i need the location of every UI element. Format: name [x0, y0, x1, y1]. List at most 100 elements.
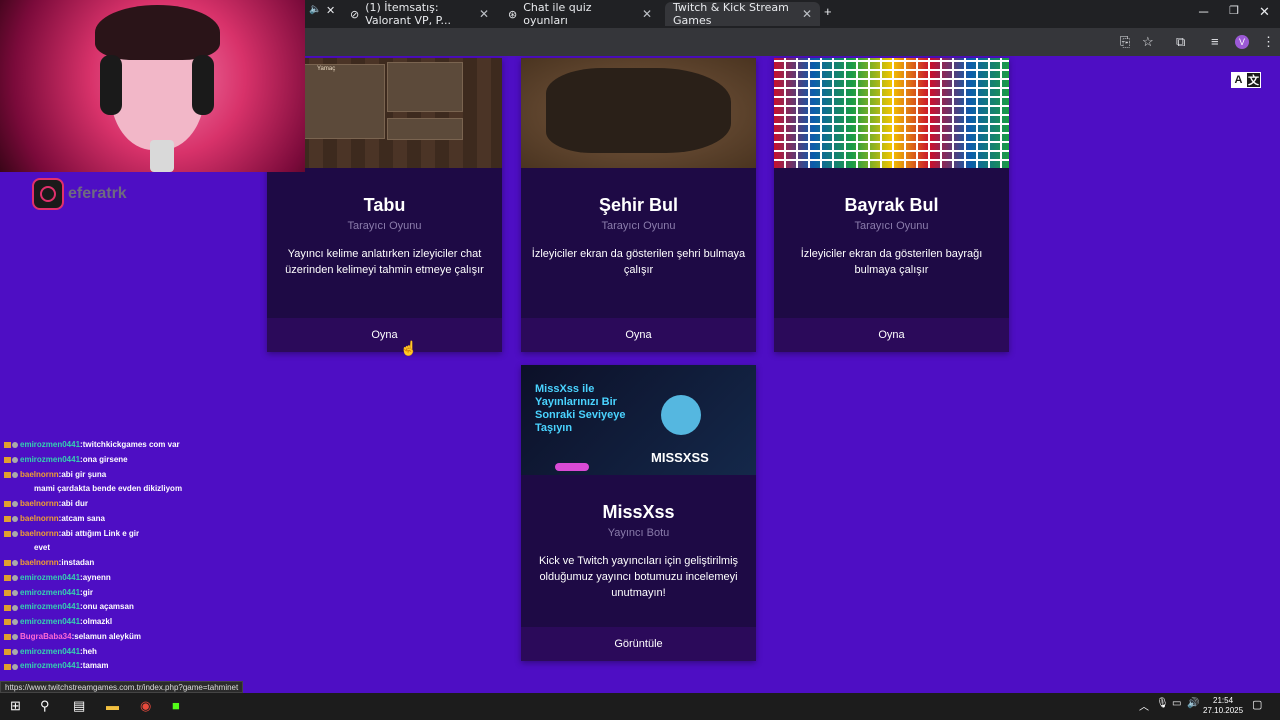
crown-badge-icon	[4, 619, 11, 626]
crown-badge-icon	[4, 634, 11, 641]
platform-badge-icon	[12, 619, 18, 626]
crown-badge-icon	[4, 648, 11, 655]
file-explorer-icon[interactable]: ▬	[106, 698, 119, 713]
chat-text: evet	[34, 543, 51, 553]
media-control-icon[interactable]: ≡	[1211, 34, 1219, 49]
chat-text: atcam sana	[61, 513, 105, 523]
platform-badge-icon	[12, 560, 18, 567]
platform-badge-icon	[12, 648, 18, 655]
menu-icon[interactable]: ⋮	[1262, 34, 1275, 50]
chat-message: emirozmen0441: aynenn	[4, 571, 264, 586]
card-subtitle: Yayıncı Botu	[607, 527, 670, 539]
play-button-tabu[interactable]: Oyna	[267, 318, 502, 352]
crown-badge-icon	[4, 589, 11, 596]
minimize-icon[interactable]: ─	[1199, 4, 1208, 19]
crown-badge-icon	[4, 442, 11, 449]
platform-badge-icon	[12, 516, 18, 523]
crown-badge-icon	[4, 604, 11, 611]
chat-text: instadan	[61, 558, 95, 567]
microphone-icon	[150, 140, 174, 172]
crown-badge-icon	[4, 501, 11, 508]
card-subtitle: Tarayıcı Oyunu	[854, 220, 929, 232]
speaker-icon: 🔈	[309, 4, 322, 15]
chat-username: emirozmen0441	[20, 440, 81, 449]
translate-icon[interactable]: A 文	[1231, 72, 1261, 88]
view-button-missxss[interactable]: Görüntüle	[521, 627, 756, 661]
tab-itemsatis[interactable]: ⊘ (1) İtemsatış: Valorant VP, P... ✕	[342, 1, 497, 27]
microphone-tray-icon[interactable]: 🎙	[1156, 698, 1169, 709]
platform-badge-icon	[12, 471, 18, 478]
restore-icon[interactable]: ❐	[1229, 4, 1239, 17]
chat-message: emirozmen0441: onu açamsan	[4, 600, 264, 615]
chat-username: emirozmen0441	[20, 454, 81, 464]
chat-text: olmazkl	[82, 617, 113, 626]
tab-close-icon[interactable]: ✕	[479, 7, 489, 21]
chat-message: baelnornn: abi gir şuna	[4, 468, 264, 483]
bookmark-star-icon[interactable]: ☆	[1142, 34, 1154, 50]
instagram-username: eferatrk	[68, 185, 127, 202]
network-icon[interactable]: ▭	[1172, 698, 1181, 709]
windows-taskbar: ⊞ ⚲ ▤ ▬ ◉ ■ ︿ 🎙 ▭ 🔊 21:54 27.10.2025 ▢	[0, 693, 1280, 720]
platform-badge-icon	[12, 604, 18, 611]
chat-username: baelnornn	[20, 528, 59, 538]
crown-badge-icon	[4, 471, 11, 478]
tab-close-icon[interactable]: ✕	[326, 4, 335, 17]
tray-chevron-icon[interactable]: ︿	[1139, 698, 1149, 713]
task-view-icon[interactable]: ▤	[73, 698, 85, 714]
kick-app-icon[interactable]: ■	[172, 698, 180, 713]
chat-message: BugraBaba34: selamun aleyküm	[4, 630, 264, 645]
tab-twitch-kick-games[interactable]: Twitch & Kick Stream Games ✕	[665, 1, 820, 27]
chat-message: emirozmen0441: gir	[4, 586, 264, 601]
chat-message: baelnornn: abi attığım Link e gir	[4, 527, 264, 542]
crown-badge-icon	[4, 457, 11, 464]
chat-text: heh	[82, 646, 97, 656]
chat-text: mami çardakta bende evden dikizliyom	[34, 484, 183, 494]
chat-username: baelnornn	[20, 513, 59, 523]
search-icon[interactable]: ⚲	[40, 698, 50, 714]
chat-username: baelnornn	[20, 469, 59, 479]
chat-message: emirozmen0441: olmazkl	[4, 615, 264, 630]
chrome-icon[interactable]: ◉	[140, 698, 151, 714]
tab-close-icon[interactable]: ✕	[802, 7, 812, 21]
close-window-icon[interactable]: ✕	[1259, 4, 1270, 20]
crown-badge-icon	[4, 530, 11, 537]
item-site-icon: ⊘	[350, 7, 360, 21]
chat-text: ona girsene	[82, 454, 128, 464]
platform-badge-icon	[12, 634, 18, 641]
tab-chat-quiz[interactable]: ⊛ Chat ile quiz oyunları ✕	[500, 1, 660, 27]
chat-text: abi dur	[61, 499, 89, 508]
game-card-bayrak-bul: Bayrak Bul Tarayıcı Oyunu İzleyiciler ek…	[774, 58, 1009, 352]
chat-username: emirozmen0441	[20, 617, 81, 626]
crown-badge-icon	[4, 560, 11, 567]
hand-cursor-icon: ☝	[400, 340, 418, 356]
card-title: MissXss	[602, 502, 675, 522]
chat-text: abi attığım Link e gir	[61, 528, 140, 538]
chat-message: emirozmen0441: ona girsene	[4, 453, 264, 468]
chat-text: aynenn	[82, 572, 111, 582]
chat-text: abi gir şuna	[61, 469, 107, 479]
platform-badge-icon	[12, 442, 18, 449]
extensions-icon[interactable]: ⧉	[1176, 34, 1185, 50]
robot-mascot-icon	[661, 395, 701, 435]
new-tab-button[interactable]: +	[824, 4, 832, 19]
crown-badge-icon	[4, 663, 11, 670]
chat-message: emirozmen0441: twitchkickgames com var	[4, 438, 264, 453]
chat-username: emirozmen0441	[20, 661, 81, 671]
play-button-bayrak-bul[interactable]: Oyna	[774, 318, 1009, 352]
link-status-bar: https://www.twitchstreamgames.com.tr/ind…	[0, 681, 244, 693]
missxss-brand-text: MISSXSS	[651, 450, 709, 465]
card-subtitle: Tarayıcı Oyunu	[601, 220, 676, 232]
card-title: Tabu	[363, 195, 406, 215]
platform-badge-icon	[12, 501, 18, 508]
volume-icon[interactable]: 🔊	[1187, 698, 1199, 709]
system-clock[interactable]: 21:54 27.10.2025	[1203, 696, 1243, 716]
profile-avatar[interactable]: V	[1235, 35, 1249, 49]
chat-message: baelnornn: instadan	[4, 556, 264, 571]
play-button-sehir-bul[interactable]: Oyna	[521, 318, 756, 352]
windows-start-icon[interactable]: ⊞	[10, 698, 21, 714]
notification-icon[interactable]: ▢	[1252, 698, 1262, 711]
tab-close-icon[interactable]: ✕	[642, 7, 652, 21]
chat-text: twitchkickgames com var	[82, 440, 180, 449]
card-description: İzleyiciler ekran da gösterilen şehri bu…	[531, 248, 746, 276]
install-app-icon[interactable]: ⎘	[1120, 34, 1130, 50]
